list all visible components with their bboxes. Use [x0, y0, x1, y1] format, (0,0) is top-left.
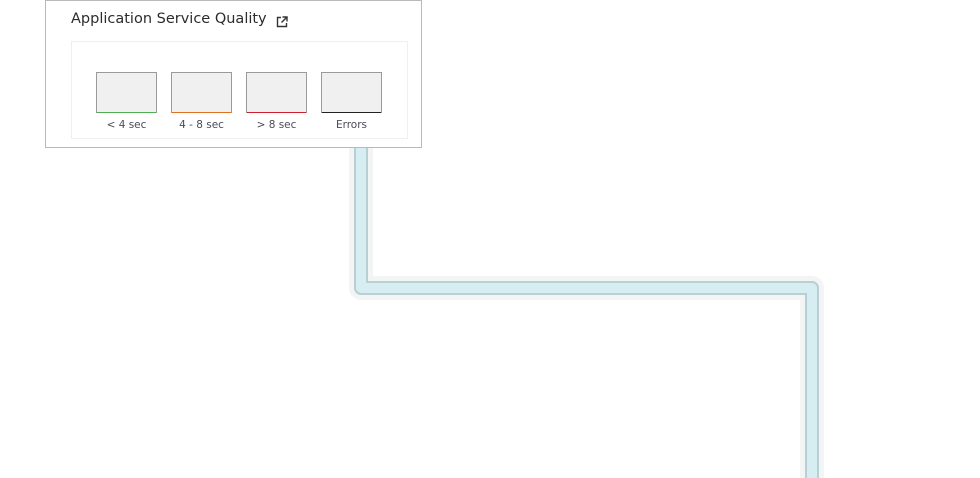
tile-label: > 8 sec — [256, 119, 297, 131]
external-link-icon[interactable] — [276, 13, 288, 28]
tile-box — [96, 72, 157, 113]
response-time-tiles: < 4 sec 4 - 8 sec > 8 sec Errors — [96, 72, 382, 131]
tile-label: 4 - 8 sec — [179, 119, 224, 131]
tile-under-4-sec[interactable]: < 4 sec — [96, 72, 157, 131]
tile-box — [246, 72, 307, 113]
tile-label: Errors — [335, 119, 368, 131]
widget-header: Application Service Quality — [71, 10, 288, 28]
response-time-panel: < 4 sec 4 - 8 sec > 8 sec Errors — [71, 41, 408, 139]
connector-halo — [349, 140, 824, 478]
tile-over-8-sec[interactable]: > 8 sec — [246, 72, 307, 131]
canvas: Application Service Quality < 4 sec 4 - … — [0, 0, 980, 478]
tile-status-bar — [322, 112, 381, 113]
connector-line — [356, 140, 817, 478]
tile-status-bar — [97, 112, 156, 113]
tile-label: < 4 sec — [106, 119, 147, 131]
tile-box — [171, 72, 232, 113]
tile-status-bar — [247, 112, 306, 113]
widget-title: Application Service Quality — [71, 11, 267, 27]
tile-errors[interactable]: Errors — [321, 72, 382, 131]
tile-4-to-8-sec[interactable]: 4 - 8 sec — [171, 72, 232, 131]
application-service-quality-widget: Application Service Quality < 4 sec 4 - … — [45, 0, 422, 148]
connector-outline — [354, 140, 819, 478]
tile-status-bar — [172, 112, 231, 113]
tile-box — [321, 72, 382, 113]
